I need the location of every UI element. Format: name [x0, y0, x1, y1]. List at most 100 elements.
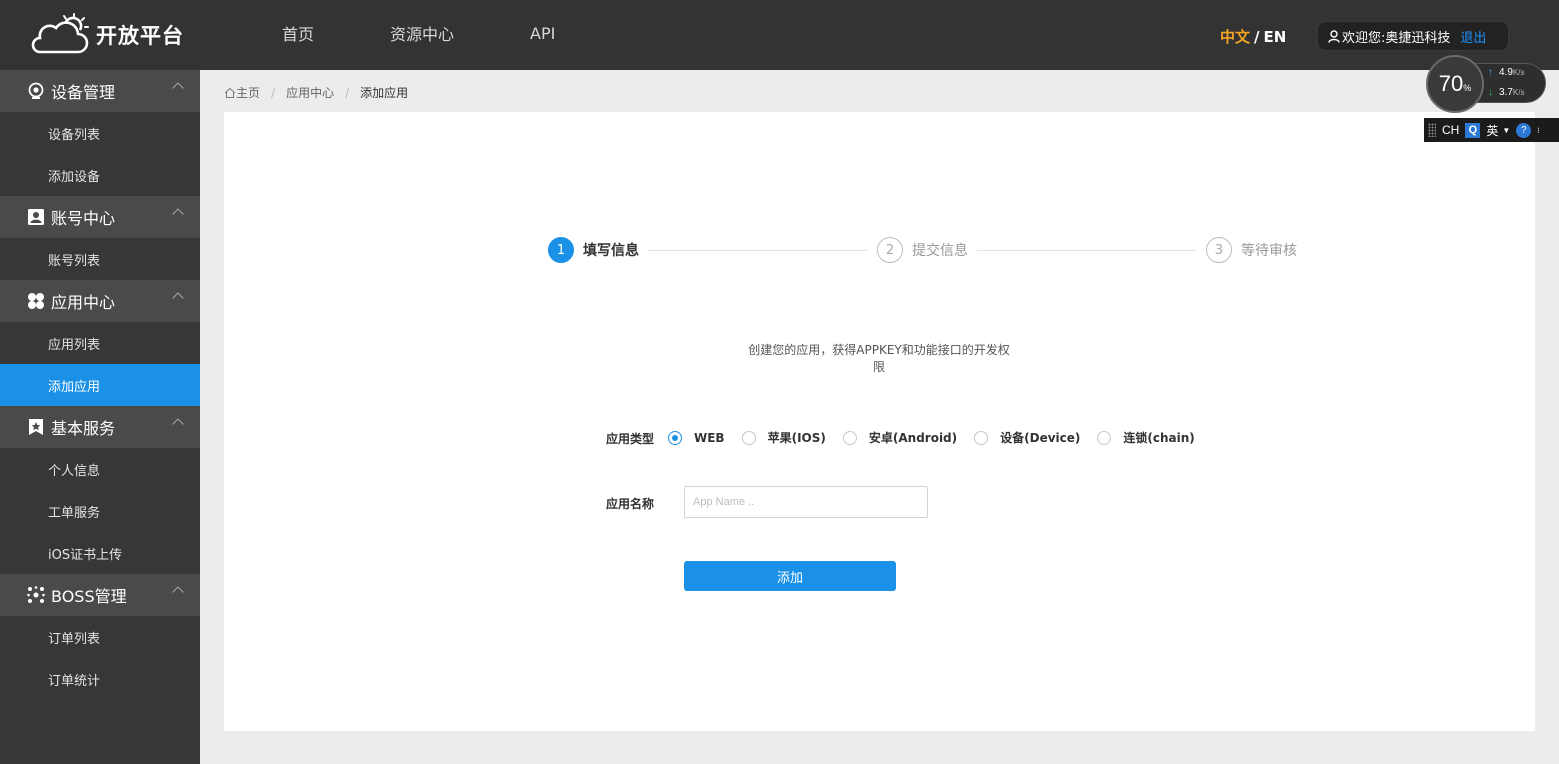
logout-link[interactable]: 退出: [1460, 27, 1486, 46]
bookmark-star-icon: [27, 418, 45, 436]
step-number: 2: [877, 237, 903, 263]
radio-indicator[interactable]: [741, 430, 756, 445]
radio-indicator[interactable]: [1097, 430, 1112, 445]
sidebar-group-device[interactable]: 设备管理: [0, 70, 200, 112]
nav-api[interactable]: API: [518, 24, 567, 43]
page-description: 创建您的应用，获得APPKEY和功能接口的开发权限: [748, 343, 1010, 374]
download-speed: ↓ 3.7K/s: [1488, 87, 1524, 98]
sidebar-item-add-device[interactable]: 添加设备: [0, 154, 200, 196]
radio-chain[interactable]: 连锁(chain): [1097, 429, 1195, 446]
sidebar-group-label: 账号中心: [51, 209, 116, 228]
user-box: 欢迎您:奥捷迅科技 退出: [1317, 21, 1509, 51]
chevron-up-icon: [172, 208, 184, 220]
breadcrumb: 主页 / 应用中心 / 添加应用: [224, 84, 408, 101]
step-number: 1: [548, 237, 574, 263]
radio-device[interactable]: 设备(Device): [974, 429, 1080, 446]
radio-ios[interactable]: 苹果(IOS): [741, 429, 826, 446]
step-label: 提交信息: [912, 243, 968, 259]
chevron-up-icon: [172, 418, 184, 430]
app-type-label: 应用类型: [606, 432, 655, 446]
lang-zh[interactable]: 中文: [1220, 28, 1250, 46]
drag-handle-icon[interactable]: [1428, 123, 1436, 137]
chevron-up-icon: [172, 292, 184, 304]
download-value: 3.7: [1499, 87, 1513, 98]
sidebar-group-account[interactable]: 账号中心: [0, 196, 200, 238]
step-label: 等待审核: [1241, 243, 1297, 259]
ime-toolbar[interactable]: CH Q 英 ▼ ? ⁝: [1424, 118, 1559, 142]
sidebar-item-profile[interactable]: 个人信息: [0, 448, 200, 490]
sidebar-group-label: 设备管理: [51, 83, 116, 102]
apps-icon: [27, 292, 45, 310]
nav-home[interactable]: 首页: [270, 21, 326, 45]
upload-speed: ↑ 4.9K/s: [1488, 67, 1524, 78]
step-connector: [977, 250, 1196, 251]
webcam-icon: [27, 82, 45, 100]
sidebar-item-ios-cert[interactable]: iOS证书上传: [0, 532, 200, 574]
usage-gauge: 70%: [1426, 55, 1484, 113]
app-name-input[interactable]: [684, 486, 928, 518]
step-connector: [648, 250, 867, 251]
ime-lang[interactable]: 英: [1486, 122, 1498, 139]
breadcrumb-home-label: 主页: [236, 86, 261, 100]
radio-web[interactable]: WEB: [668, 430, 725, 445]
step-2: 2 提交信息: [877, 237, 968, 263]
sidebar-item-app-list[interactable]: 应用列表: [0, 322, 200, 364]
chevron-up-icon: [172, 82, 184, 94]
top-header: 开放平台 首页 资源中心 API 中文 / EN 欢迎您:奥捷迅科技 退出: [0, 0, 1559, 70]
step-label: 填写信息: [583, 243, 639, 259]
chevron-up-icon: [172, 586, 184, 598]
sidebar-group-services[interactable]: 基本服务: [0, 406, 200, 448]
sidebar-item-order-list[interactable]: 订单列表: [0, 616, 200, 658]
more-icon[interactable]: ⁝: [1537, 126, 1540, 135]
logo[interactable]: 开放平台: [28, 12, 184, 58]
step-1: 1 填写信息: [548, 237, 639, 263]
breadcrumb-home[interactable]: 主页: [224, 84, 260, 101]
lang-en[interactable]: EN: [1264, 28, 1287, 46]
sidebar-item-tickets[interactable]: 工单服务: [0, 490, 200, 532]
help-icon[interactable]: ?: [1516, 122, 1532, 138]
sidebar-group-label: 基本服务: [51, 419, 116, 438]
sidebar-item-account-list[interactable]: 账号列表: [0, 238, 200, 280]
radio-label: 设备(Device): [1000, 431, 1081, 445]
network-icon: [27, 586, 45, 604]
sidebar-group-apps[interactable]: 应用中心: [0, 280, 200, 322]
home-icon: [224, 87, 236, 98]
network-speed-widget[interactable]: 70% ↑ 4.9K/s ↓ 3.7K/s: [1426, 55, 1546, 113]
app-name-label: 应用名称: [606, 497, 655, 511]
radio-indicator[interactable]: [842, 430, 857, 445]
radio-indicator[interactable]: [668, 430, 682, 445]
user-icon: [1328, 29, 1340, 43]
lang-separator: /: [1254, 28, 1260, 46]
upload-unit: K/s: [1512, 68, 1525, 77]
arrow-down-icon: ↓: [1488, 87, 1493, 98]
radio-label: 安卓(Android): [868, 431, 958, 445]
main-panel: 1 填写信息 2 提交信息 3 等待审核 创建您的应用，获得APPKEY和功能接…: [224, 112, 1535, 731]
ime-logo-icon[interactable]: Q: [1465, 122, 1481, 138]
radio-label: WEB: [694, 430, 725, 445]
top-nav: 首页 资源中心 API: [270, 0, 619, 66]
sidebar-item-order-stats[interactable]: 订单统计: [0, 658, 200, 700]
cloud-sun-icon: [31, 13, 89, 54]
arrow-up-icon: ↑: [1488, 67, 1493, 78]
breadcrumb-current: 添加应用: [360, 86, 409, 100]
sidebar-group-boss[interactable]: BOSS管理: [0, 574, 200, 616]
sidebar-group-label: 应用中心: [51, 293, 116, 312]
upload-value: 4.9: [1499, 67, 1513, 78]
breadcrumb-separator: /: [271, 85, 276, 100]
account-icon: [27, 208, 45, 226]
usage-percent-unit: %: [1463, 83, 1472, 93]
add-button[interactable]: 添加: [684, 561, 896, 591]
ime-mode[interactable]: CH: [1442, 123, 1459, 137]
radio-indicator[interactable]: [974, 430, 989, 445]
nav-resource-center[interactable]: 资源中心: [378, 21, 466, 45]
sidebar-item-device-list[interactable]: 设备列表: [0, 112, 200, 154]
caret-down-icon[interactable]: ▼: [1502, 126, 1510, 135]
download-unit: K/s: [1512, 88, 1525, 97]
radio-label: 连锁(chain): [1123, 431, 1195, 445]
sidebar-item-add-app[interactable]: 添加应用: [0, 364, 200, 406]
logo-text: 开放平台: [96, 24, 184, 48]
breadcrumb-separator: /: [345, 85, 350, 100]
breadcrumb-app-center[interactable]: 应用中心: [286, 84, 334, 101]
radio-android[interactable]: 安卓(Android): [842, 429, 958, 446]
app-type-radio-group: WEB 苹果(IOS) 安卓(Android) 设备(Device) 连锁(ch…: [668, 429, 1212, 446]
